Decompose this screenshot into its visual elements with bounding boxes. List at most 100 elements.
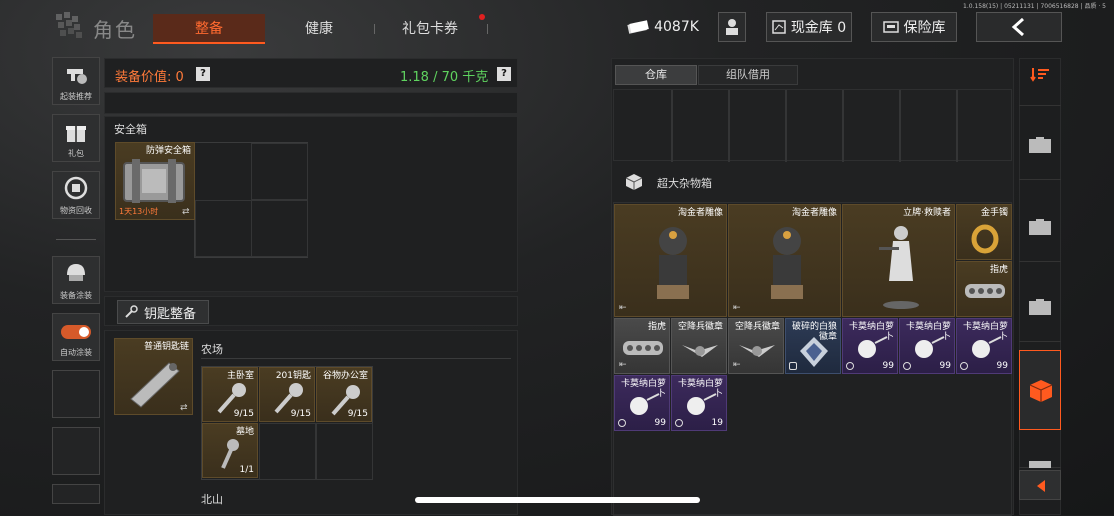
sidebar-divider — [56, 239, 96, 240]
warehouse-item[interactable]: 卡莫纳白萝卜 19 — [671, 375, 727, 431]
key-item[interactable]: 主卧室 9/15 — [202, 367, 258, 422]
item-count: 9/15 — [290, 409, 311, 419]
share-icon: ⇤ — [619, 360, 627, 370]
sidebar-label: 起装推荐 — [60, 92, 92, 101]
sort-button[interactable] — [1019, 58, 1061, 106]
key-item[interactable]: 谷物办公室 9/15 — [316, 367, 372, 422]
warehouse-item[interactable]: 指虎 ⇤ — [614, 318, 670, 374]
statue-icon — [771, 227, 803, 299]
sidebar-label: 装备涂装 — [60, 291, 92, 300]
keychain-icon — [130, 362, 180, 408]
page-title: 角色 — [93, 18, 137, 42]
keys-setup-button[interactable]: 钥匙整备 — [117, 300, 209, 324]
container-tab[interactable] — [1019, 190, 1061, 262]
knuckles-icon — [965, 284, 1005, 298]
container-tab-active[interactable] — [1019, 350, 1061, 430]
safe-vault-button[interactable]: 保险库 — [871, 12, 957, 42]
item-name: 淘金者雕像 — [677, 208, 723, 218]
safe-icon — [882, 21, 899, 33]
equipment-value: 装备价值: 0 — [115, 70, 184, 85]
top-bar: 角色 整备 健康 礼包卡券 4087K 现金库 0 保险库 — [0, 0, 1114, 46]
auto-paint-toggle[interactable]: 自动涂装 — [52, 313, 100, 361]
container-tab[interactable] — [1019, 270, 1061, 342]
item-name: 防弹安全箱 — [145, 146, 191, 156]
warehouse-item[interactable]: 金手镯 — [956, 204, 1012, 260]
item-count: 99 — [654, 418, 666, 428]
share-icon: ⇤ — [619, 303, 627, 313]
warehouse-item[interactable]: 淘金者雕像 ⇤ — [728, 204, 841, 317]
warehouse-panel: 仓库 组队借用 超大杂物箱 淘金者雕像 ⇤ 淘金者雕像 ⇤ 立牌·救赎者 金手镯… — [611, 58, 1014, 516]
radish-icon — [858, 336, 888, 358]
warehouse-item[interactable]: 空降兵徽章 — [671, 318, 727, 374]
sidebar-label: 物资回收 — [60, 206, 92, 215]
warehouse-item[interactable]: 卡莫纳白萝卜 99 — [842, 318, 898, 374]
warehouse-item[interactable]: 卡莫纳白萝卜 99 — [899, 318, 955, 374]
standee-icon — [879, 226, 919, 309]
loadout-recommend-button[interactable]: 起装推荐 — [52, 57, 100, 105]
key-item[interactable]: 201钥匙 9/15 — [259, 367, 315, 422]
warehouse-top-grid — [613, 89, 1012, 162]
back-button[interactable] — [976, 12, 1062, 42]
clock-icon — [675, 419, 683, 427]
warehouse-item[interactable]: 指虎 — [956, 261, 1012, 317]
key-item[interactable]: 墓地 1/1 — [202, 423, 258, 478]
safebox-timer: 1天13小时 — [119, 207, 159, 216]
agent-button[interactable] — [718, 12, 746, 42]
recycle-button[interactable]: 物资回收 — [52, 171, 100, 219]
warehouse-item[interactable]: 卡莫纳白萝卜 99 — [956, 318, 1012, 374]
safebox-grid — [194, 142, 308, 258]
tab-gift-cards[interactable]: 礼包卡券 — [385, 14, 475, 44]
warehouse-item[interactable]: 淘金者雕像 ⇤ — [614, 204, 727, 317]
empty-slot — [52, 370, 100, 418]
radish-icon — [972, 336, 1002, 358]
warehouse-item[interactable]: 卡莫纳白萝卜 99 — [614, 375, 670, 431]
paint-button[interactable]: 装备涂装 — [52, 256, 100, 304]
swap-icon[interactable]: ⇄ — [180, 403, 188, 413]
box-icon — [1029, 380, 1053, 402]
helmet-icon — [67, 264, 85, 281]
warehouse-item[interactable]: 空降兵徽章 ⇤ — [728, 318, 784, 374]
sort-icon — [1030, 68, 1049, 82]
cash-vault-button[interactable]: 现金库 0 — [766, 12, 852, 42]
item-count: 99 — [939, 361, 951, 371]
collapse-button[interactable] — [1019, 470, 1061, 500]
keys-setup-label: 钥匙整备 — [144, 306, 197, 322]
warehouse-item[interactable]: 立牌·救赎者 — [842, 204, 955, 317]
toggle-switch[interactable] — [61, 325, 91, 339]
vault-icon — [772, 20, 786, 34]
container-tab[interactable] — [1019, 108, 1061, 180]
container-tab[interactable] — [1019, 432, 1061, 468]
back-arrow-icon — [1011, 18, 1024, 36]
warehouse-item[interactable]: 破碎的白狼徽章 — [785, 318, 841, 374]
money-display: 4087K — [625, 12, 701, 42]
weight-value: 1.18 / 70 千克 — [400, 70, 489, 85]
tab-health[interactable]: 健康 — [275, 14, 363, 44]
key-icon — [125, 305, 138, 318]
keys-section: 普通钥匙链 ⇄ 农场 主卧室 9/15 201钥匙 9/15 谷物办公室 9/1… — [104, 330, 518, 515]
share-icon: ⇤ — [733, 303, 741, 313]
agent-icon — [726, 19, 738, 35]
item-name: 空降兵徽章 — [677, 322, 723, 332]
farm-label: 农场 — [201, 343, 223, 356]
item-name: 谷物办公室 — [322, 371, 368, 381]
help-icon[interactable]: ? — [497, 67, 511, 81]
tab-loadout[interactable]: 整备 — [153, 14, 265, 44]
box-title: 超大杂物箱 — [657, 177, 712, 190]
item-name: 指虎 — [647, 322, 666, 332]
item-count: 1/1 — [239, 465, 254, 475]
wolf-badge-icon — [800, 337, 828, 367]
swap-icon[interactable]: ⇄ — [182, 207, 190, 217]
tab-team-borrow[interactable]: 组队借用 — [698, 65, 798, 85]
sidebar-label: 礼包 — [68, 149, 84, 158]
item-name: 普通钥匙链 — [143, 342, 189, 352]
tab-divider — [487, 24, 488, 34]
broken-icon — [789, 362, 797, 370]
share-icon: ⇤ — [733, 360, 741, 370]
cash-icon — [627, 20, 649, 34]
tab-warehouse[interactable]: 仓库 — [615, 65, 697, 85]
home-indicator[interactable] — [415, 497, 700, 503]
item-count: 9/15 — [233, 409, 254, 419]
gift-pack-button[interactable]: 礼包 — [52, 114, 100, 162]
keys-header: 钥匙整备 — [104, 296, 518, 326]
help-icon[interactable]: ? — [196, 67, 210, 81]
